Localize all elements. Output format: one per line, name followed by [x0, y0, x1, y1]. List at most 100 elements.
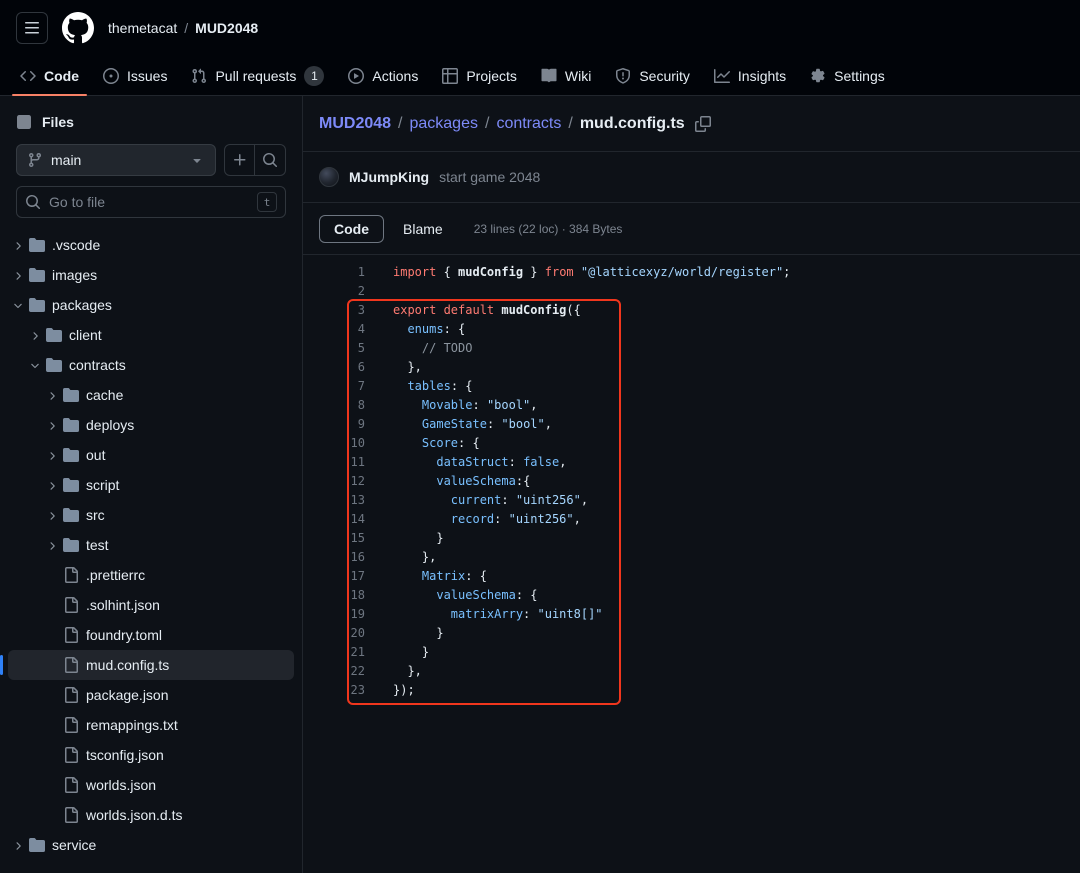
issue-opened-icon	[103, 68, 119, 84]
line-number[interactable]: 9	[303, 415, 365, 434]
tree-folder-contracts[interactable]: contracts	[8, 350, 294, 380]
collapse-sidebar-icon[interactable]	[16, 114, 32, 130]
tab-settings[interactable]: Settings	[802, 56, 893, 95]
line-number[interactable]: 19	[303, 605, 365, 624]
tab-label: Pull requests	[215, 68, 296, 84]
search-this-repo-button[interactable]	[255, 144, 286, 176]
tab-projects[interactable]: Projects	[434, 56, 525, 95]
repo-owner-link[interactable]: themetacat	[108, 20, 177, 36]
line-number[interactable]: 3	[303, 301, 365, 320]
line-number[interactable]: 22	[303, 662, 365, 681]
tree-folder-src[interactable]: src	[8, 500, 294, 530]
line-number[interactable]: 14	[303, 510, 365, 529]
code-text: matrixArry: "uint8[]"	[365, 605, 603, 624]
graph-icon	[714, 68, 730, 84]
tab-wiki[interactable]: Wiki	[533, 56, 599, 95]
line-number[interactable]: 4	[303, 320, 365, 339]
chevron-right-icon	[12, 268, 26, 282]
code-line-13: 13 current: "uint256",	[303, 491, 1080, 510]
tree-folder-service[interactable]: service	[8, 830, 294, 860]
line-number[interactable]: 6	[303, 358, 365, 377]
tree-file-worlds.json.d.ts[interactable]: worlds.json.d.ts	[8, 800, 294, 830]
tree-folder-script[interactable]: script	[8, 470, 294, 500]
code-line-8: 8 Movable: "bool",	[303, 396, 1080, 415]
code-text: }	[365, 643, 429, 662]
code-text	[365, 282, 393, 301]
tree-item-label: packages	[52, 297, 112, 313]
file-tree: .vscode images packages clientcontractscach…	[0, 230, 302, 860]
branch-selector[interactable]: main	[16, 144, 216, 176]
line-number[interactable]: 12	[303, 472, 365, 491]
search-icon	[262, 152, 278, 168]
tree-item-label: .vscode	[52, 237, 100, 253]
github-logo-icon[interactable]	[62, 12, 94, 44]
tree-file-mud.config.ts[interactable]: mud.config.ts	[8, 650, 294, 680]
tree-file-remappings.txt[interactable]: remappings.txt	[8, 710, 294, 740]
code-line-4: 4 enums: {	[303, 320, 1080, 339]
line-number[interactable]: 8	[303, 396, 365, 415]
files-sidebar: Files main Go to file t .vscodeimagesp	[0, 96, 303, 873]
tab-issues[interactable]: Issues	[95, 56, 175, 95]
chevron-right-icon	[46, 388, 60, 402]
tab-security[interactable]: Security	[607, 56, 698, 95]
breadcrumb-link-contracts[interactable]: contracts	[496, 115, 561, 132]
line-number[interactable]: 11	[303, 453, 365, 472]
tree-folder-packages[interactable]: packages	[8, 290, 294, 320]
breadcrumb-separator: /	[485, 115, 489, 132]
page-body: Files main Go to file t .vscodeimagesp	[0, 96, 1080, 873]
tree-file-tsconfig.json[interactable]: tsconfig.json	[8, 740, 294, 770]
avatar[interactable]	[319, 167, 339, 187]
line-number[interactable]: 21	[303, 643, 365, 662]
tree-file-worlds.json[interactable]: worlds.json	[8, 770, 294, 800]
tree-file-.prettierrc[interactable]: .prettierrc	[8, 560, 294, 590]
line-number[interactable]: 1	[303, 263, 365, 282]
tab-pull-requests[interactable]: Pull requests1	[183, 56, 332, 95]
code-text: valueSchema: {	[365, 586, 538, 605]
line-number[interactable]: 13	[303, 491, 365, 510]
line-number[interactable]: 10	[303, 434, 365, 453]
tree-file-.solhint.json[interactable]: .solhint.json	[8, 590, 294, 620]
code-line-22: 22 },	[303, 662, 1080, 681]
tab-code[interactable]: Code	[12, 56, 87, 95]
line-number[interactable]: 23	[303, 681, 365, 700]
view-tab-blame[interactable]: Blame	[388, 215, 458, 243]
code-text: record: "uint256",	[365, 510, 581, 529]
folder-icon	[63, 447, 79, 463]
line-number[interactable]: 7	[303, 377, 365, 396]
tree-folder-out[interactable]: out	[8, 440, 294, 470]
repo-name-link[interactable]: MUD2048	[195, 20, 258, 36]
tree-folder-images[interactable]: images	[8, 260, 294, 290]
commit-author-link[interactable]: MJumpKing	[349, 169, 429, 185]
tree-folder-deploys[interactable]: deploys	[8, 410, 294, 440]
tree-folder-client[interactable]: client	[8, 320, 294, 350]
view-tab-code[interactable]: Code	[319, 215, 384, 243]
tree-folder-cache[interactable]: cache	[8, 380, 294, 410]
line-number[interactable]: 5	[303, 339, 365, 358]
tree-file-foundry.toml[interactable]: foundry.toml	[8, 620, 294, 650]
folder-icon	[63, 537, 79, 553]
commit-message-link[interactable]: start game 2048	[439, 169, 540, 185]
file-icon	[63, 657, 79, 673]
go-to-file-input[interactable]: Go to file t	[16, 186, 286, 218]
tab-insights[interactable]: Insights	[706, 56, 794, 95]
tree-item-label: test	[86, 537, 109, 553]
hamburger-button[interactable]	[16, 12, 48, 44]
line-number[interactable]: 18	[303, 586, 365, 605]
line-number[interactable]: 20	[303, 624, 365, 643]
breadcrumb-link-packages[interactable]: packages	[409, 115, 478, 132]
folder-icon	[29, 297, 45, 313]
tree-folder-.vscode[interactable]: .vscode	[8, 230, 294, 260]
line-number[interactable]: 17	[303, 567, 365, 586]
code-text: dataStruct: false,	[365, 453, 566, 472]
line-number[interactable]: 15	[303, 529, 365, 548]
copy-path-button[interactable]	[695, 116, 711, 132]
copy-icon	[695, 116, 711, 132]
line-number[interactable]: 2	[303, 282, 365, 301]
breadcrumb-link-MUD2048[interactable]: MUD2048	[319, 115, 391, 132]
breadcrumb-separator: /	[398, 115, 402, 132]
tree-folder-test[interactable]: test	[8, 530, 294, 560]
line-number[interactable]: 16	[303, 548, 365, 567]
add-file-button[interactable]	[224, 144, 255, 176]
tree-file-package.json[interactable]: package.json	[8, 680, 294, 710]
tab-actions[interactable]: Actions	[340, 56, 426, 95]
